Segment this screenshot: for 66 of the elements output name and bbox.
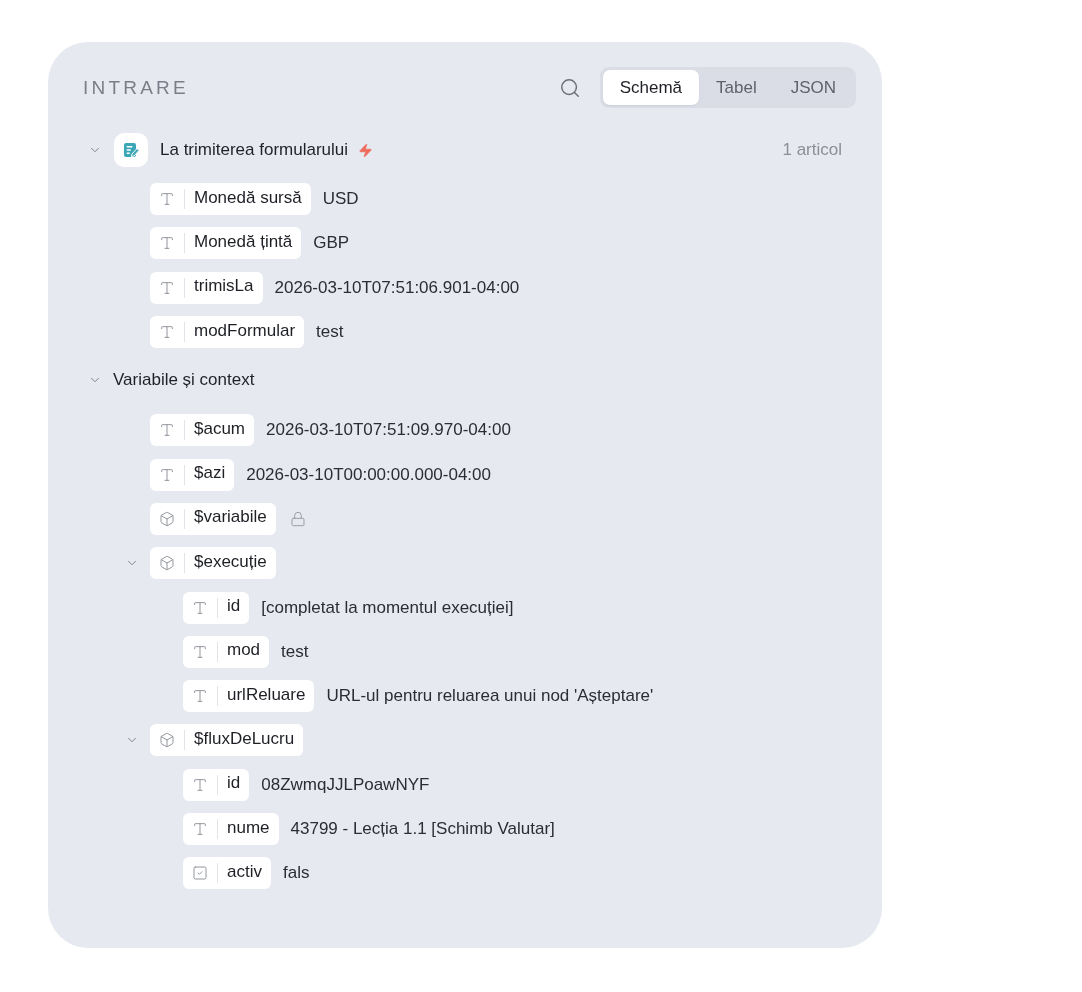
cube-icon [159, 732, 175, 749]
field-name: $execuție [193, 551, 268, 572]
field-pill[interactable]: $azi [150, 458, 235, 491]
group-title: Variabile și context [113, 370, 255, 391]
item-count: 1 articol [782, 140, 842, 160]
field-name: urlReluare [226, 684, 307, 705]
field-name: id [226, 596, 242, 616]
text-type-icon [159, 191, 175, 208]
checkbox-icon [192, 865, 208, 882]
field-value: [completat la momentul execuției] [261, 597, 514, 618]
field-pill[interactable]: urlReluare [183, 680, 315, 713]
field-value: fals [282, 863, 310, 884]
field-name: $azi [193, 463, 227, 484]
field-pill[interactable]: $variabile [150, 502, 276, 535]
text-type-icon [192, 599, 208, 616]
text-type-icon [192, 776, 208, 793]
search-icon[interactable] [558, 76, 581, 99]
text-type-icon [159, 324, 175, 341]
field-pill[interactable]: $fluxDeLucru [150, 724, 304, 757]
view-tab[interactable]: JSON [773, 70, 853, 105]
text-type-icon [159, 235, 175, 252]
field-name: modFormular [193, 320, 297, 341]
field-pill[interactable]: nume [183, 813, 279, 845]
panel-title: INTRARE [83, 76, 190, 99]
text-type-icon [192, 821, 208, 837]
field-name: $fluxDeLucru [193, 728, 296, 749]
field-name: nume [226, 817, 271, 838]
field-name: id [226, 773, 242, 794]
cube-icon [159, 510, 175, 527]
field-pill[interactable]: mod [183, 635, 270, 668]
node-title: La trimiterea formularului [160, 140, 348, 160]
field-pill[interactable]: $execuție [150, 547, 276, 580]
text-type-icon [192, 688, 208, 705]
field-name: Monedă țintă [193, 231, 294, 252]
view-tab[interactable]: Schemă [602, 70, 699, 105]
field-value: 2026-03-10T00:00:00.000-04:00 [246, 464, 491, 485]
text-type-icon [192, 643, 208, 660]
field-name: $acum [193, 418, 247, 439]
view-tab[interactable]: Tabel [699, 70, 774, 105]
field-value: 2026-03-10T07:51:09.970-04:00 [266, 420, 511, 441]
text-type-icon [159, 279, 175, 296]
field-value: 08ZwmqJJLPoawNYF [261, 774, 430, 795]
field-name: $variabile [193, 507, 268, 528]
field-pill[interactable]: modFormular [150, 316, 305, 349]
field-name: mod [226, 640, 262, 661]
field-value: 43799 - Lecția 1.1 [Schimb Valutar] [290, 819, 555, 839]
field-value: test [316, 322, 344, 343]
field-value: 2026-03-10T07:51:06.901-04:00 [274, 277, 520, 298]
field-value: GBP [313, 233, 350, 254]
field-pill[interactable]: Monedă țintă [150, 227, 302, 260]
field-name: Monedă sursă [193, 187, 303, 208]
field-pill[interactable]: activ [183, 857, 271, 890]
field-value: test [281, 641, 309, 662]
field-value: URL-ul pentru reluarea unui nod 'Așteptare' [326, 686, 654, 707]
field-pill[interactable]: Monedă sursă [150, 183, 311, 216]
field-value: USD [322, 189, 359, 210]
field-name: activ [226, 861, 263, 882]
field-pill[interactable]: trimisLa [150, 271, 263, 304]
field-name: trimisLa [193, 276, 255, 297]
field-pill[interactable]: id [183, 591, 250, 624]
field-pill[interactable]: $acum [150, 414, 255, 447]
cube-icon [159, 555, 175, 572]
text-type-icon [159, 466, 175, 483]
field-pill[interactable]: id [183, 768, 250, 801]
form-node-icon [114, 133, 148, 167]
text-type-icon [159, 422, 175, 439]
